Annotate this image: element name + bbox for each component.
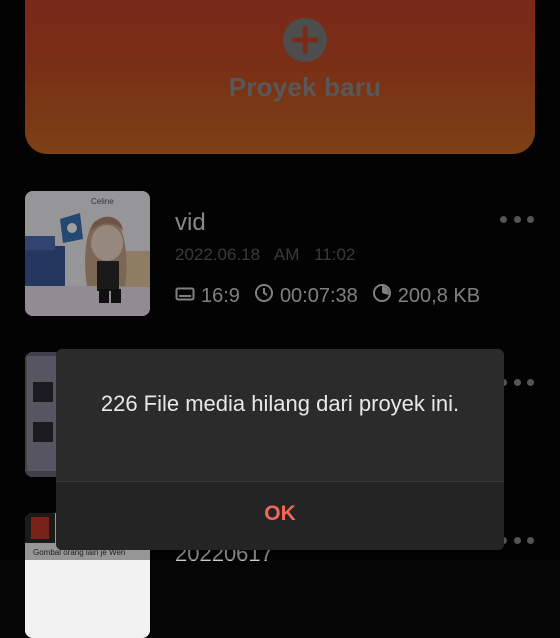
ok-button[interactable]: OK xyxy=(56,502,504,526)
dialog-button-area: OK xyxy=(56,482,504,550)
dialog-message: 226 File media hilang dari proyek ini. xyxy=(100,391,460,416)
alert-dialog: 226 File media hilang dari proyek ini. O… xyxy=(56,349,504,550)
